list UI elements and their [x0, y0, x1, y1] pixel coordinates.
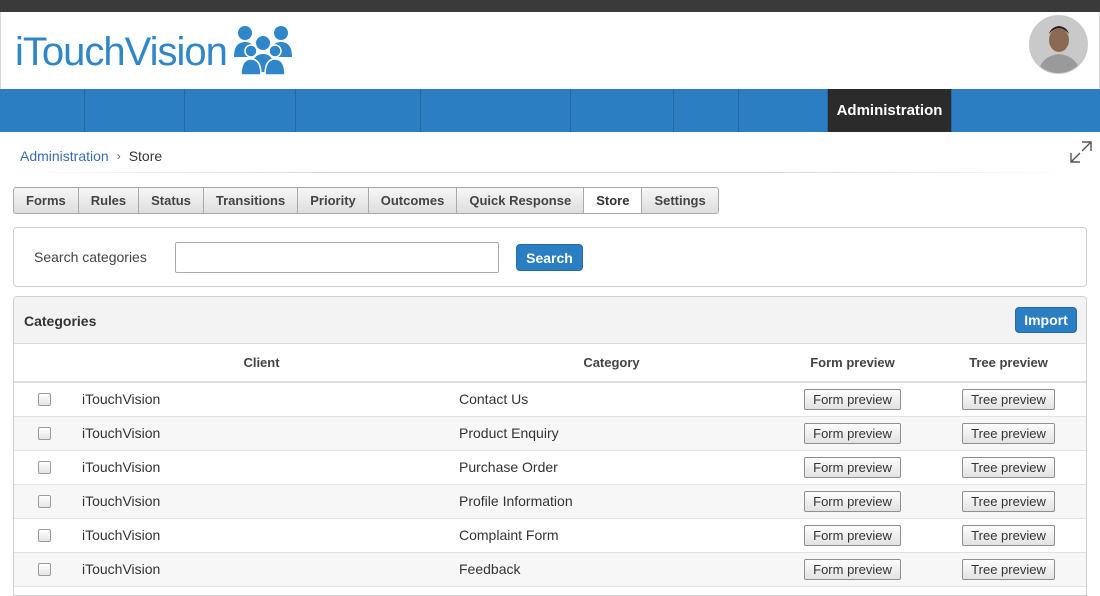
nav-filler — [952, 89, 1100, 132]
nav-item-administration[interactable]: Administration — [828, 89, 952, 132]
search-input[interactable] — [175, 242, 499, 273]
tree-preview-column-header: Tree preview — [931, 344, 1086, 383]
main-nav: Administration — [0, 89, 1100, 132]
breadcrumb: Administration › Store — [20, 148, 162, 164]
import-button[interactable]: Import — [1015, 307, 1077, 333]
tab-status[interactable]: Status — [138, 187, 203, 214]
tab-rules[interactable]: Rules — [77, 187, 139, 214]
breadcrumb-root-link[interactable]: Administration — [20, 148, 109, 164]
avatar-image — [1030, 16, 1087, 73]
row-checkbox[interactable] — [38, 494, 51, 508]
tab-priority[interactable]: Priority — [297, 187, 368, 214]
table-row: iTouchVision Profile Information Form pr… — [14, 484, 1086, 519]
logo-text: iTouchVision — [15, 29, 228, 74]
tab-store[interactable]: Store — [583, 187, 642, 214]
select-column-header — [14, 344, 74, 383]
people-group-icon — [233, 26, 292, 76]
form-preview-button[interactable]: Form preview — [804, 558, 901, 580]
tab-outcomes[interactable]: Outcomes — [367, 187, 457, 214]
form-preview-button[interactable]: Form preview — [804, 490, 901, 512]
nav-item-2[interactable] — [85, 89, 185, 132]
tree-preview-button[interactable]: Tree preview — [962, 524, 1055, 546]
tree-preview-button[interactable]: Tree preview — [962, 558, 1055, 580]
category-cell: Contact Us — [449, 382, 774, 417]
categories-title: Categories — [24, 313, 97, 329]
nav-item-4[interactable] — [296, 89, 421, 132]
tree-preview-button[interactable]: Tree preview — [962, 456, 1055, 478]
categories-table: Client Category Form preview Tree previe… — [14, 344, 1086, 587]
tab-forms[interactable]: Forms — [13, 187, 78, 214]
logo[interactable]: iTouchVision — [15, 22, 295, 82]
category-cell: Complaint Form — [449, 518, 774, 553]
client-cell: iTouchVision — [74, 382, 449, 417]
top-strip — [0, 0, 1100, 12]
tab-settings[interactable]: Settings — [641, 187, 719, 214]
category-cell: Feedback — [449, 552, 774, 587]
admin-tabs: Forms Rules Status Transitions Priority … — [13, 187, 719, 214]
nav-item-1[interactable] — [0, 89, 85, 132]
table-row: iTouchVision Contact Us Form preview Tre… — [14, 382, 1086, 417]
row-checkbox[interactable] — [38, 392, 51, 406]
client-cell: iTouchVision — [74, 450, 449, 485]
tree-preview-button[interactable]: Tree preview — [962, 388, 1055, 410]
row-checkbox[interactable] — [38, 460, 51, 474]
user-avatar[interactable] — [1029, 15, 1088, 74]
app-header: iTouchVision — [0, 12, 1100, 89]
row-checkbox[interactable] — [38, 426, 51, 440]
breadcrumb-divider — [14, 172, 1084, 173]
form-preview-column-header: Form preview — [774, 344, 931, 383]
tree-preview-button[interactable]: Tree preview — [962, 490, 1055, 512]
row-checkbox[interactable] — [38, 528, 51, 542]
nav-item-8[interactable] — [739, 89, 828, 132]
category-cell: Product Enquiry — [449, 416, 774, 451]
search-panel: Search categories Search — [13, 227, 1087, 287]
table-row: iTouchVision Product Enquiry Form previe… — [14, 416, 1086, 451]
nav-item-3[interactable] — [185, 89, 296, 132]
form-preview-button[interactable]: Form preview — [804, 422, 901, 444]
client-cell: iTouchVision — [74, 416, 449, 451]
expand-arrows-icon[interactable] — [1068, 139, 1094, 165]
category-column-header: Category — [449, 344, 774, 383]
nav-item-6[interactable] — [571, 89, 674, 132]
row-checkbox[interactable] — [38, 562, 51, 576]
client-cell: iTouchVision — [74, 484, 449, 519]
breadcrumb-current: Store — [128, 148, 163, 164]
search-button[interactable]: Search — [516, 244, 583, 271]
search-label: Search categories — [34, 249, 147, 265]
form-preview-button[interactable]: Form preview — [804, 456, 901, 478]
chevron-right-icon: › — [116, 149, 121, 163]
client-column-header: Client — [74, 344, 449, 383]
category-cell: Purchase Order — [449, 450, 774, 485]
table-row: iTouchVision Purchase Order Form preview… — [14, 450, 1086, 485]
categories-panel: Categories Import Client Category Form p… — [13, 296, 1087, 596]
table-row: iTouchVision Feedback Form preview Tree … — [14, 552, 1086, 587]
tab-transitions[interactable]: Transitions — [202, 187, 298, 214]
form-preview-button[interactable]: Form preview — [804, 388, 901, 410]
nav-item-7[interactable] — [674, 89, 739, 132]
categories-header: Categories Import — [14, 297, 1086, 344]
category-cell: Profile Information — [449, 484, 774, 519]
client-cell: iTouchVision — [74, 552, 449, 587]
table-header-row: Client Category Form preview Tree previe… — [14, 344, 1086, 383]
table-row: iTouchVision Complaint Form Form preview… — [14, 518, 1086, 553]
nav-item-5[interactable] — [421, 89, 571, 132]
form-preview-button[interactable]: Form preview — [804, 524, 901, 546]
tree-preview-button[interactable]: Tree preview — [962, 422, 1055, 444]
client-cell: iTouchVision — [74, 518, 449, 553]
tab-quick-response[interactable]: Quick Response — [456, 187, 584, 214]
